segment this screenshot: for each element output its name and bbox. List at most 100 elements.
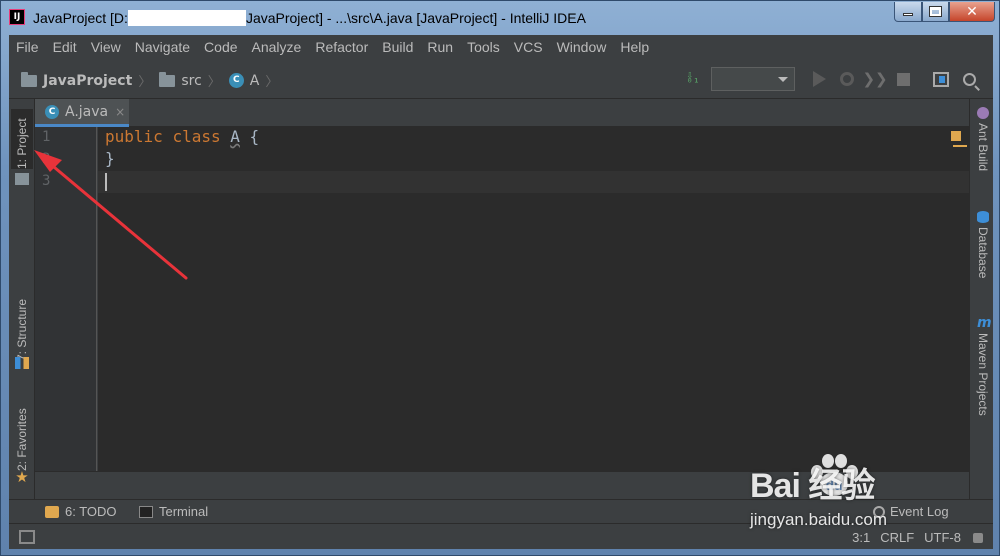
warning-marker-icon[interactable]: [951, 131, 961, 141]
minimize-button[interactable]: [894, 2, 922, 22]
editor-footer: [35, 471, 969, 499]
tab-database-label: Database: [976, 227, 990, 279]
window-controls: ✕: [894, 2, 995, 22]
redacted-path: [127, 10, 246, 26]
menu-window[interactable]: Window: [550, 39, 614, 55]
breadcrumb-project-label: JavaProject: [43, 72, 133, 89]
line-number: 1: [42, 129, 51, 145]
stop-button[interactable]: [891, 67, 915, 91]
right-tool-stripe: Ant Build Database m Maven Projects: [969, 99, 993, 523]
project-icon: [15, 173, 29, 185]
menu-analyze[interactable]: Analyze: [245, 39, 309, 55]
menu-vcs[interactable]: VCS: [507, 39, 550, 55]
close-brace: }: [105, 149, 115, 168]
structure-icon: [15, 357, 29, 369]
database-icon: [977, 211, 989, 223]
coverage-icon: ❯❯: [862, 70, 888, 88]
tab-todo[interactable]: 6: TODO: [45, 504, 117, 519]
menu-refactor[interactable]: Refactor: [308, 39, 375, 55]
keyword-class: class: [172, 127, 221, 146]
menu-navigate[interactable]: Navigate: [128, 39, 197, 55]
tab-structure[interactable]: 7: Structure: [11, 281, 33, 361]
code-line-2: }: [105, 149, 115, 168]
tab-ant-build[interactable]: Ant Build: [974, 107, 992, 171]
menu-edit[interactable]: Edit: [46, 39, 84, 55]
tab-database[interactable]: Database: [974, 211, 992, 278]
run-configuration-select[interactable]: [711, 67, 795, 91]
tab-terminal[interactable]: Terminal: [139, 504, 208, 519]
tab-terminal-label: Terminal: [159, 504, 209, 519]
close-icon: ✕: [966, 3, 978, 20]
chevron-down-icon: [778, 77, 788, 82]
star-icon: ★: [15, 468, 29, 486]
menu-help[interactable]: Help: [613, 39, 656, 55]
lock-icon[interactable]: [973, 532, 983, 543]
open-brace: {: [249, 127, 260, 146]
run-icon: [812, 71, 826, 87]
debug-icon: [840, 72, 854, 86]
project-structure-button[interactable]: [929, 67, 953, 91]
ide-window: File Edit View Navigate Code Analyze Ref…: [9, 35, 993, 549]
maven-icon: m: [977, 315, 992, 331]
tab-ant-build-label: Ant Build: [976, 123, 990, 172]
tab-maven-projects-label: Maven Projects: [976, 333, 990, 416]
tab-maven-projects[interactable]: m Maven Projects: [974, 315, 992, 416]
line-number-gutter: 1 2 3: [35, 127, 97, 471]
search-icon: [962, 72, 976, 86]
editor-tab-a-java[interactable]: C A.java ×: [35, 99, 129, 127]
maximize-button[interactable]: [922, 2, 949, 22]
toolbar-actions: ⇩ ⁰¹ ❯❯: [677, 67, 981, 91]
class-name: A: [230, 127, 240, 146]
text-cursor: [105, 173, 107, 191]
line-number: 3: [42, 173, 51, 189]
code-line-1: public class A {: [105, 127, 259, 146]
folder-icon: [159, 71, 176, 87]
tab-project-label: 1: Project: [15, 118, 29, 169]
hammer-icon[interactable]: ⇩ ⁰¹: [681, 67, 705, 91]
close-tab-icon[interactable]: ×: [115, 105, 125, 119]
breadcrumb-separator: 〉: [138, 75, 152, 90]
search-everywhere-button[interactable]: [957, 67, 981, 91]
code-editor[interactable]: public class A { }: [98, 127, 969, 471]
class-icon: C: [228, 73, 244, 88]
ant-icon: [977, 107, 989, 119]
close-button[interactable]: ✕: [949, 2, 995, 22]
window-title-prefix: JavaProject [D:: [33, 10, 128, 26]
breadcrumb-class[interactable]: C A 〉: [228, 71, 287, 90]
menu-bar: File Edit View Navigate Code Analyze Ref…: [9, 35, 993, 59]
caret-position[interactable]: 3:1: [852, 530, 870, 545]
breadcrumb-src[interactable]: src 〉: [159, 71, 228, 90]
tab-event-log-label: Event Log: [890, 504, 949, 519]
menu-file[interactable]: File: [9, 39, 46, 55]
status-info: 3:1 CRLF UTF-8: [842, 530, 983, 545]
coverage-button[interactable]: ❯❯: [862, 67, 888, 91]
tool-windows-toggle-icon[interactable]: [19, 530, 35, 544]
menu-run[interactable]: Run: [420, 39, 460, 55]
debug-button[interactable]: [835, 67, 859, 91]
breadcrumb-separator: 〉: [207, 75, 221, 90]
menu-view[interactable]: View: [84, 39, 128, 55]
breadcrumb-project[interactable]: JavaProject 〉: [21, 71, 159, 90]
project-structure-icon: [933, 71, 949, 87]
navigation-bar: JavaProject 〉 src 〉 C A 〉 ⇩ ⁰¹ ❯❯: [9, 59, 993, 99]
title-bar[interactable]: IJ JavaProject [D: JavaProject] - ...\src…: [1, 1, 1000, 35]
line-number: 2: [42, 151, 51, 167]
current-line-highlight: [98, 171, 969, 193]
error-stripe-mark[interactable]: [953, 145, 967, 147]
breadcrumb-src-label: src: [181, 72, 202, 89]
tab-favorites[interactable]: 2: Favorites: [11, 395, 33, 471]
line-separator[interactable]: CRLF: [880, 530, 914, 545]
intellij-app-icon: IJ: [9, 9, 25, 25]
tab-project[interactable]: 1: Project: [11, 109, 33, 169]
menu-tools[interactable]: Tools: [460, 39, 507, 55]
tab-event-log[interactable]: Event Log: [873, 504, 949, 519]
window-title: JavaProject [D: JavaProject] - ...\src\A.…: [33, 10, 586, 26]
editor-tab-label: A.java: [65, 103, 109, 120]
file-encoding[interactable]: UTF-8: [924, 530, 961, 545]
run-button[interactable]: [807, 67, 831, 91]
menu-code[interactable]: Code: [197, 39, 244, 55]
editor-tab-bar: C A.java ×: [35, 99, 969, 127]
menu-build[interactable]: Build: [375, 39, 420, 55]
bottom-tool-stripe: 6: TODO Terminal Event Log: [9, 499, 993, 523]
tab-todo-label: 6: TODO: [65, 504, 117, 519]
